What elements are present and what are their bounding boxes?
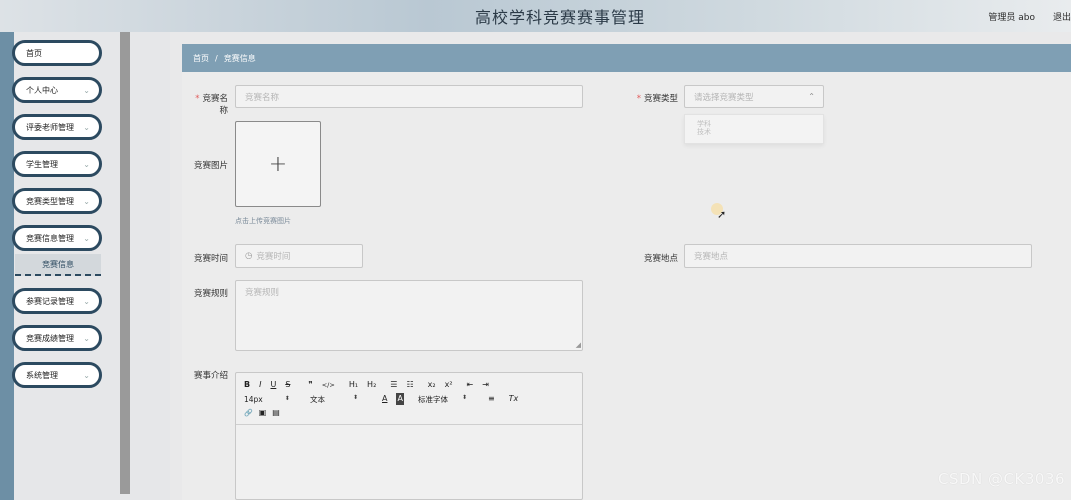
background-color-icon[interactable]: A [396, 393, 404, 405]
location-label: 竞赛地点 [643, 254, 678, 264]
upload-hint: 点击上传竞赛图片 [235, 217, 291, 225]
top-header: 高校学科竞赛赛事管理 管理员 abo 退出 [0, 0, 1071, 32]
sidebar-item-students[interactable]: 学生管理 ⌄ [12, 151, 102, 177]
type-label: * 竞赛类型 [636, 94, 678, 104]
sidebar-item-competition-types[interactable]: 竞赛类型管理 ⌄ [12, 188, 102, 214]
sidebar-item-label: 系统管理 [26, 370, 58, 380]
sidebar-item-label: 竞赛成绩管理 [26, 333, 74, 343]
indent-icon[interactable]: ⇥ [482, 379, 489, 391]
chevron-down-icon: ⌄ [83, 234, 90, 243]
editor-toolbar: B I U S ❞ </> H₁ H₂ ☰ ☷ x₂ x² ⇤ ⇥ 14px ⬍ … [236, 373, 582, 425]
clear-format-icon[interactable]: Tx [509, 393, 519, 405]
image-upload[interactable]: + [235, 121, 321, 207]
type-option[interactable]: 技术 [697, 127, 711, 137]
ordered-list-icon[interactable]: ☰ [390, 379, 397, 391]
breadcrumb-separator: / [215, 53, 218, 63]
bold-icon[interactable]: B [244, 379, 250, 391]
location-input[interactable]: 竞赛地点 [684, 244, 1032, 268]
sidebar-item-entry-records[interactable]: 参赛记录管理 ⌄ [12, 288, 102, 314]
sidebar-item-profile[interactable]: 个人中心 ⌄ [12, 77, 102, 103]
sidebar-item-label: 首页 [26, 48, 42, 58]
chevron-down-icon: ⌄ [83, 197, 90, 206]
link-icon[interactable]: 🔗 [244, 407, 253, 419]
breadcrumb: 首页 / 竞赛信息 [182, 44, 1071, 72]
chevron-down-icon: ⌄ [83, 297, 90, 306]
location-placeholder: 竞赛地点 [694, 252, 729, 262]
image-label: 竞赛图片 [193, 161, 228, 171]
underline-icon[interactable]: U [270, 379, 276, 391]
type-dropdown: 学科 技术 [684, 114, 824, 144]
italic-icon[interactable]: I [259, 379, 261, 391]
outdent-icon[interactable]: ⇤ [467, 379, 474, 391]
h2-icon[interactable]: H₂ [367, 379, 376, 391]
plus-icon: + [268, 151, 288, 177]
name-input[interactable]: 竞赛名称 [235, 85, 583, 108]
font-size-select[interactable]: 14px ⬍ [244, 395, 302, 404]
chevron-down-icon: ⌄ [83, 123, 90, 132]
superscript-icon[interactable]: x² [445, 379, 453, 391]
clock-icon: ◷ [245, 251, 253, 261]
font-color-icon[interactable]: A [382, 393, 387, 405]
subscript-icon[interactable]: x₂ [428, 379, 436, 391]
resize-grip-icon[interactable]: ◢ [576, 341, 581, 349]
logout-link[interactable]: 退出 [1053, 10, 1071, 23]
app-title: 高校学科竞赛赛事管理 [474, 8, 645, 27]
current-user: 管理员 abo [988, 13, 1035, 23]
sidebar-item-home[interactable]: 首页 [12, 40, 102, 66]
bullet-list-icon[interactable]: ☷ [406, 379, 413, 391]
sidebar-item-judges[interactable]: 评委老师管理 ⌄ [12, 114, 102, 140]
chevron-down-icon: ⌄ [83, 86, 90, 95]
image-icon[interactable]: ▣ [259, 407, 267, 419]
sidebar-item-label: 个人中心 [26, 85, 58, 95]
intro-label: 赛事介绍 [193, 371, 228, 381]
sidebar-subitem-competition-info[interactable]: 竞赛信息 [15, 254, 101, 276]
time-label: 竞赛时间 [193, 254, 228, 264]
time-picker[interactable]: ◷ 竞赛时间 [235, 244, 363, 268]
h1-icon[interactable]: H₁ [349, 379, 358, 391]
chevron-down-icon: ⌄ [83, 371, 90, 380]
quote-icon[interactable]: ❞ [308, 379, 312, 391]
sidebar-item-label: 竞赛类型管理 [26, 196, 74, 206]
chevron-down-icon: ⌄ [83, 334, 90, 343]
name-label: * 竞赛名称 [195, 94, 228, 116]
strike-icon[interactable]: S [285, 379, 290, 391]
sidebar-item-label: 竞赛信息管理 [26, 233, 74, 243]
name-placeholder: 竞赛名称 [245, 92, 280, 103]
rules-placeholder: 竞赛规则 [245, 288, 280, 298]
code-icon[interactable]: </> [322, 379, 335, 391]
sidebar-item-label: 学生管理 [26, 159, 58, 169]
type-select[interactable]: 请选择竞赛类型 ⌃ [684, 85, 824, 108]
breadcrumb-current: 竞赛信息 [223, 53, 256, 63]
toolbar-row: B I U S ❞ </> H₁ H₂ ☰ ☷ x₂ x² ⇤ ⇥ [244, 379, 498, 391]
sidebar-item-label: 参赛记录管理 [26, 296, 74, 306]
breadcrumb-home[interactable]: 首页 [193, 53, 209, 64]
sidebar-item-scores[interactable]: 竞赛成绩管理 ⌄ [12, 325, 102, 351]
sidebar-item-system[interactable]: 系统管理 ⌄ [12, 362, 102, 388]
text-style-select[interactable]: 文本 ⬍ [310, 394, 374, 405]
time-placeholder: 竞赛时间 [256, 252, 291, 262]
chevron-down-icon: ⌄ [83, 160, 90, 169]
toolbar-row: 14px ⬍ 文本 ⬍ A A 标准字体 ⬍ ≡ Tx [244, 393, 527, 405]
rules-label: 竞赛规则 [193, 289, 228, 299]
sidebar-scrollbar[interactable] [120, 32, 130, 494]
type-placeholder: 请选择竞赛类型 [694, 92, 754, 103]
mouse-cursor-icon: ➚ [717, 208, 727, 221]
sidebar-item-label: 评委老师管理 [26, 122, 74, 132]
sidebar-item-competition-info[interactable]: 竞赛信息管理 ⌄ [12, 225, 102, 251]
align-icon[interactable]: ≡ [488, 393, 495, 405]
chevron-up-icon: ⌃ [808, 92, 815, 101]
video-icon[interactable]: ▤ [272, 407, 280, 419]
watermark: CSDN @CK3036 [937, 470, 1065, 488]
rich-text-editor[interactable]: B I U S ❞ </> H₁ H₂ ☰ ☷ x₂ x² ⇤ ⇥ 14px ⬍ … [235, 372, 583, 500]
toolbar-row: 🔗 ▣ ▤ [244, 407, 289, 419]
rules-textarea[interactable]: 竞赛规则 ◢ [235, 280, 583, 351]
font-family-select[interactable]: 标准字体 ⬍ [418, 394, 484, 405]
